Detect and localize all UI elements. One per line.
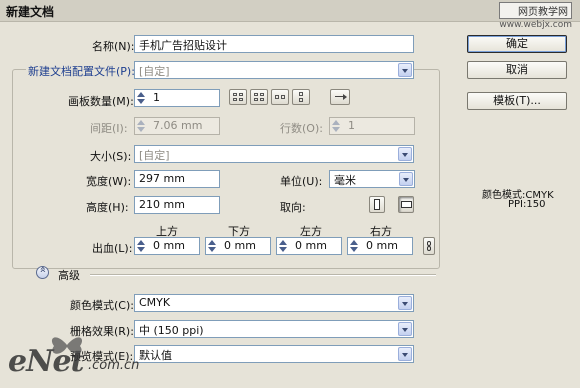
spacing-value: 7.06 mm	[153, 119, 203, 132]
bleed-bottom-value: 0 mm	[224, 239, 256, 252]
profile-select[interactable]: [自定]	[134, 61, 414, 79]
spacing-stepper[interactable]: 7.06 mm	[134, 117, 220, 135]
chevron-down-icon	[398, 296, 412, 310]
bleed-label: 出血(L):	[92, 242, 133, 255]
arrange-by-row-icon[interactable]	[271, 89, 289, 105]
landscape-icon[interactable]	[398, 196, 414, 213]
size-select[interactable]: [自定]	[134, 145, 414, 163]
preview-value: 默认值	[139, 349, 172, 362]
bleed-right-stepper[interactable]: 0 mm	[347, 237, 413, 255]
units-select[interactable]: 毫米	[329, 170, 415, 188]
advanced-separator	[90, 274, 436, 276]
cancel-button[interactable]: 取消	[467, 61, 567, 79]
arrow-right-icon[interactable]	[330, 89, 350, 105]
spinner-icon	[137, 239, 145, 253]
collapse-icon[interactable]	[36, 266, 49, 279]
units-value: 毫米	[334, 174, 356, 187]
spinner-icon	[137, 119, 145, 133]
templates-button[interactable]: 模板(T)...	[467, 92, 567, 110]
spinner-icon	[137, 91, 145, 105]
link-icon[interactable]	[423, 237, 435, 255]
chevron-down-icon	[399, 172, 413, 186]
bleed-top-stepper[interactable]: 0 mm	[134, 237, 200, 255]
watermark-line1: 网页教学网	[499, 2, 572, 19]
name-label: 名称(N):	[92, 40, 135, 53]
name-input[interactable]: 手机广告招贴设计	[134, 35, 414, 53]
height-label: 高度(H):	[86, 201, 129, 214]
spinner-icon	[350, 239, 358, 253]
artboards-stepper[interactable]: 1	[134, 89, 220, 107]
watermark: 网页教学网 www.webjx.com	[499, 2, 572, 30]
spinner-icon	[279, 239, 287, 253]
grid-by-column-icon[interactable]	[250, 89, 268, 105]
units-label: 单位(U):	[280, 175, 323, 188]
size-value: [自定]	[139, 149, 170, 162]
bleed-left-value: 0 mm	[295, 239, 327, 252]
color-mode-label: 颜色模式(C):	[70, 299, 134, 312]
spacing-label: 间距(I):	[90, 122, 128, 135]
bleed-right-value: 0 mm	[366, 239, 398, 252]
chevron-down-icon	[398, 347, 412, 361]
spinner-icon	[208, 239, 216, 253]
profile-value: [自定]	[139, 65, 170, 78]
orientation-label: 取向:	[280, 201, 306, 214]
arrange-by-column-icon[interactable]	[292, 89, 310, 105]
size-label: 大小(S):	[90, 150, 132, 163]
bleed-left-stepper[interactable]: 0 mm	[276, 237, 342, 255]
chevron-down-icon	[398, 63, 412, 77]
chevron-down-icon	[398, 322, 412, 336]
preview-select[interactable]: 默认值	[134, 345, 414, 363]
width-input[interactable]: 297 mm	[134, 170, 220, 188]
artboards-label: 画板数量(M):	[68, 95, 134, 108]
color-mode-value: CMYK	[139, 296, 171, 309]
width-label: 宽度(W):	[86, 175, 132, 188]
profile-label: 新建文档配置文件(P):	[26, 63, 137, 79]
portrait-icon[interactable]	[369, 196, 385, 213]
butterfly-icon	[51, 337, 83, 354]
color-mode-select[interactable]: CMYK	[134, 294, 414, 312]
dialog-title: 新建文档	[6, 5, 55, 19]
title-bar	[0, 0, 580, 22]
grid-by-row-icon[interactable]	[229, 89, 247, 105]
rows-label: 行数(O):	[280, 122, 323, 135]
raster-select[interactable]: 中 (150 ppi)	[134, 320, 414, 338]
bleed-top-value: 0 mm	[153, 239, 185, 252]
rows-stepper[interactable]: 1	[329, 117, 415, 135]
chevron-down-icon	[398, 147, 412, 161]
ok-button[interactable]: 确定	[467, 35, 567, 53]
spinner-icon	[332, 119, 340, 133]
advanced-label: 高级	[58, 269, 80, 282]
info-ppi: PPI:150	[508, 199, 546, 210]
watermark-line2: www.webjx.com	[499, 20, 572, 30]
raster-value: 中 (150 ppi)	[139, 324, 204, 337]
bleed-bottom-stepper[interactable]: 0 mm	[205, 237, 271, 255]
height-input[interactable]: 210 mm	[134, 196, 220, 214]
enet-logo-suffix: .com.cn	[88, 358, 140, 373]
